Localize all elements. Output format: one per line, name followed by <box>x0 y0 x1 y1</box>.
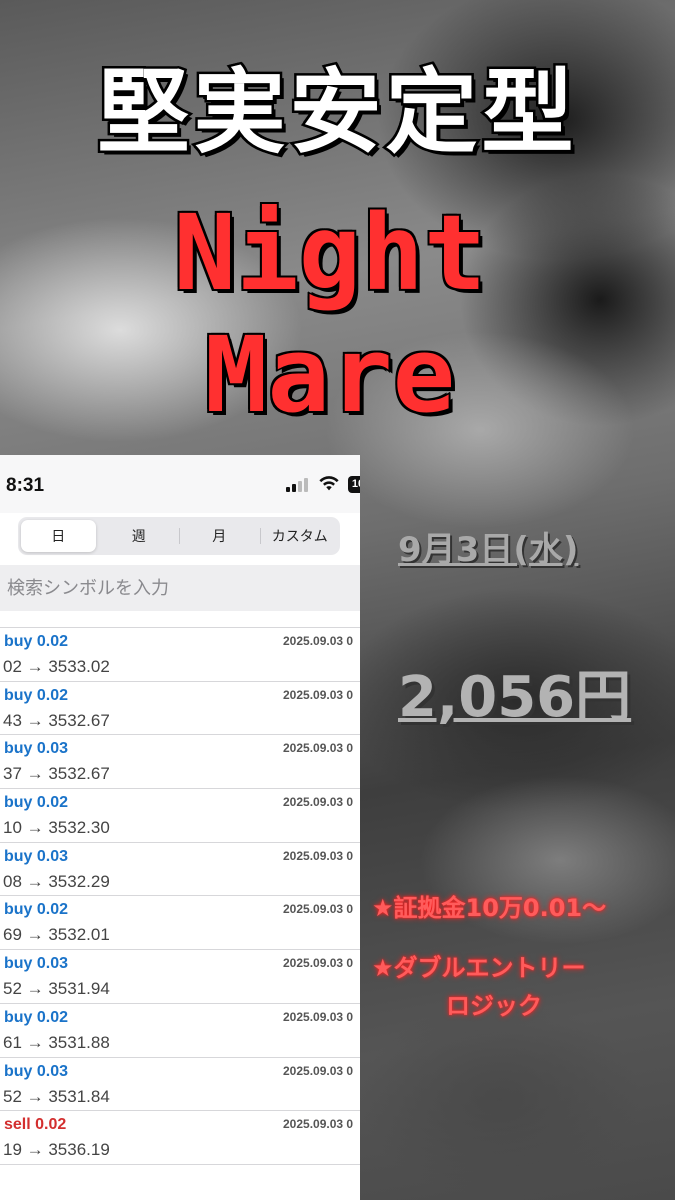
trade-row[interactable]: buy 0.03 2025.09.03 0 52 → 3531.94 <box>0 950 360 1004</box>
trade-row[interactable]: buy 0.02 2025.09.03 0 10 → 3532.30 <box>0 789 360 843</box>
trade-type: buy 0.02 <box>4 633 69 650</box>
tab-day[interactable]: 日 <box>21 520 96 552</box>
phone-screenshot: 8:31 10 日 週 月 カスタム buy 0.02 2025.09.03 0… <box>0 455 360 1200</box>
feature-logic: ロジック <box>446 992 542 1020</box>
trade-price: 08 → 3532.29 <box>3 871 110 891</box>
headline-jp-title: 堅実安定型 <box>95 57 578 169</box>
trade-type: buy 0.03 <box>4 847 69 865</box>
trade-list: buy 0.02 2025.09.03 0 02 → 3533.02 buy 0… <box>0 627 360 1165</box>
trade-row[interactable]: buy 0.02 2025.09.03 0 61 → 3531.88 <box>0 1004 360 1058</box>
trade-price: 02 → 3533.02 <box>3 657 110 676</box>
trade-type: buy 0.02 <box>4 686 69 704</box>
trade-type: buy 0.03 <box>4 955 69 973</box>
trade-time: 2025.09.03 0 <box>283 848 354 863</box>
trade-time: 2025.09.03 0 <box>283 1009 354 1024</box>
trade-price: 61 → 3531.88 <box>3 1032 110 1052</box>
trade-time: 2025.09.03 0 <box>283 1117 354 1132</box>
trade-time: 2025.09.03 0 <box>283 741 354 756</box>
trade-price: 19 → 3536.19 <box>3 1140 110 1160</box>
trade-row[interactable]: buy 0.03 2025.09.03 0 37 → 3532.67 <box>0 735 360 790</box>
trade-price: 52 → 3531.94 <box>3 979 110 999</box>
trade-time: 2025.09.03 0 <box>283 634 354 648</box>
trade-type: buy 0.03 <box>4 1062 69 1080</box>
trade-time: 2025.09.03 0 <box>283 795 354 810</box>
trade-type: buy 0.02 <box>4 901 69 919</box>
feature-double-entry: ★ダブルエントリー <box>372 954 586 982</box>
tab-week[interactable]: 週 <box>102 520 177 552</box>
trade-price: 43 → 3532.67 <box>3 710 110 730</box>
trade-row[interactable]: sell 0.02 2025.09.03 0 19 → 3536.19 <box>0 1111 360 1165</box>
trade-time: 2025.09.03 0 <box>283 956 354 971</box>
tab-month[interactable]: 月 <box>179 520 257 552</box>
profit-amount: 2,056円 <box>398 665 632 730</box>
trade-type: buy 0.03 <box>4 740 69 758</box>
wifi-icon <box>319 476 339 491</box>
headline-en-title: Night Mare <box>172 191 488 438</box>
trade-row[interactable]: buy 0.03 2025.09.03 0 52 → 3531.84 <box>0 1058 360 1112</box>
period-tabs: 日 週 月 カスタム <box>18 517 340 555</box>
trade-row[interactable]: buy 0.02 2025.09.03 0 02 → 3533.02 <box>0 628 360 682</box>
trade-time: 2025.09.03 0 <box>283 902 354 917</box>
trade-type: buy 0.02 <box>4 794 69 812</box>
trade-price: 10 → 3532.30 <box>3 818 110 838</box>
date-label: 9月3日(水) <box>398 530 579 570</box>
search-input[interactable] <box>0 565 360 611</box>
battery-icon: 10 <box>348 476 360 493</box>
trade-price: 37 → 3532.67 <box>3 764 110 784</box>
trade-row[interactable]: buy 0.02 2025.09.03 0 43 → 3532.67 <box>0 682 360 736</box>
trade-time: 2025.09.03 0 <box>283 1063 354 1078</box>
tab-custom[interactable]: カスタム <box>259 520 338 552</box>
trade-type: buy 0.02 <box>4 1008 69 1026</box>
trade-price: 69 → 3532.01 <box>3 925 110 945</box>
status-icons: 10 <box>286 476 360 494</box>
trade-row[interactable]: buy 0.02 2025.09.03 0 69 → 3532.01 <box>0 896 360 951</box>
trade-row[interactable]: buy 0.03 2025.09.03 0 08 → 3532.29 <box>0 843 360 897</box>
signal-icon <box>286 476 308 492</box>
search-bar <box>0 565 360 611</box>
trade-type: sell 0.02 <box>4 1116 67 1134</box>
trade-price: 52 → 3531.84 <box>3 1086 110 1106</box>
feature-margin: ★証拠金10万0.01〜 <box>372 894 607 922</box>
trade-time: 2025.09.03 0 <box>283 687 354 702</box>
status-time: 8:31 <box>6 475 45 496</box>
status-bar: 8:31 10 <box>0 455 360 513</box>
